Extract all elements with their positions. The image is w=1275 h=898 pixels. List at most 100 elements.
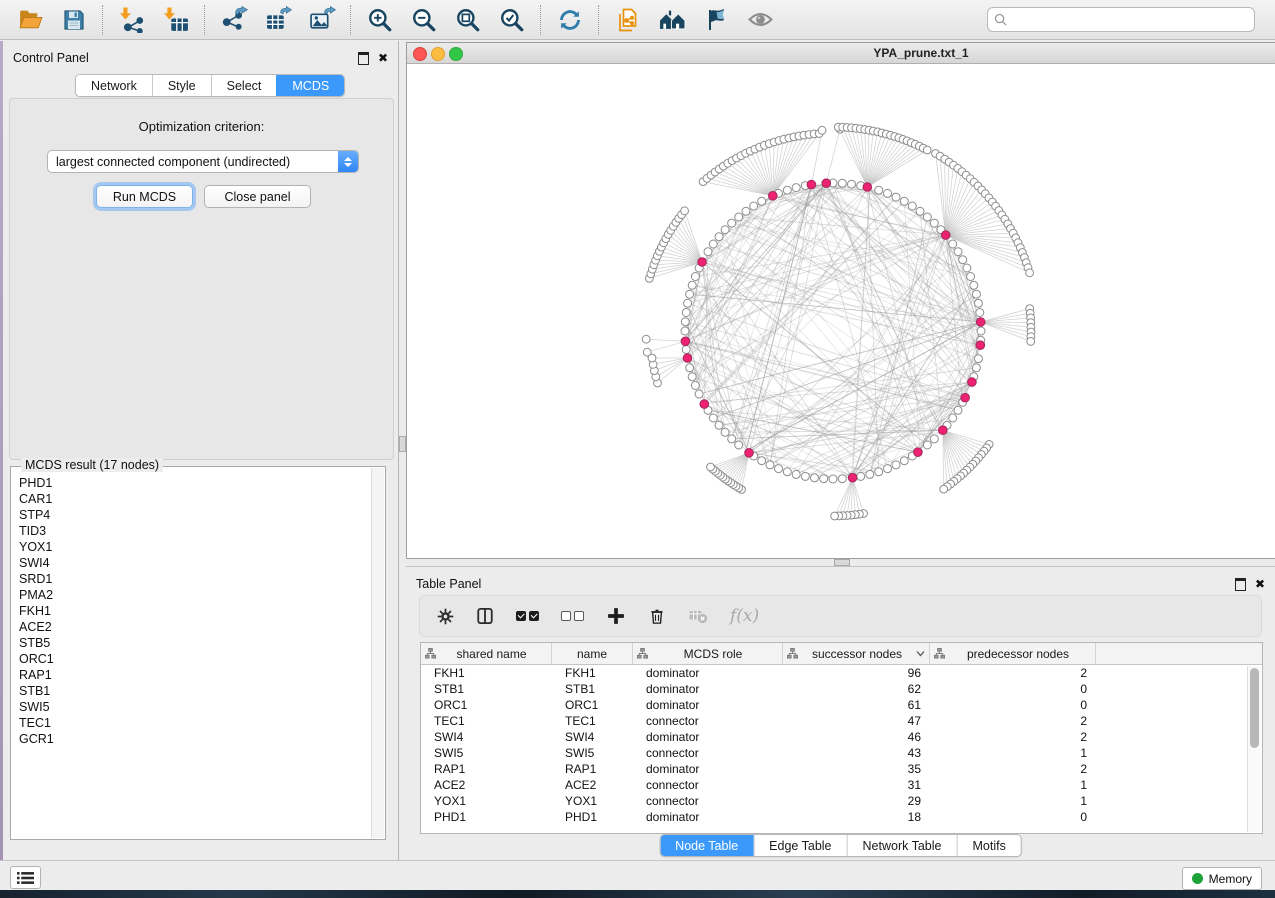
zoom-in-icon[interactable]: [366, 6, 394, 34]
show-columns-icon[interactable]: [476, 607, 494, 625]
shared-column-icon: [934, 648, 945, 659]
close-panel-icon[interactable]: ✖: [1255, 579, 1265, 589]
table-cell: ACE2: [421, 778, 552, 792]
mcds-result-item[interactable]: PHD1: [12, 475, 372, 491]
memory-button[interactable]: Memory: [1182, 867, 1262, 890]
zoom-selected-icon[interactable]: [498, 6, 526, 34]
network-home-icon[interactable]: [658, 6, 686, 34]
table-cell: 46: [783, 730, 930, 744]
vertical-splitter[interactable]: [399, 41, 406, 860]
refresh-icon[interactable]: [556, 6, 584, 34]
column-header-MCDS-role[interactable]: MCDS role: [633, 643, 783, 664]
show-eye-icon[interactable]: [746, 6, 774, 34]
mcds-result-item[interactable]: YOX1: [12, 539, 372, 555]
criterion-dropdown[interactable]: largest connected component (undirected): [47, 150, 359, 173]
hide-flag-icon[interactable]: [702, 6, 730, 34]
mcds-result-item[interactable]: ORC1: [12, 651, 372, 667]
import-network-icon[interactable]: [118, 6, 146, 34]
table-scrollbar[interactable]: [1247, 666, 1261, 832]
mcds-result-item[interactable]: GCR1: [12, 731, 372, 747]
splitter-grip[interactable]: [834, 559, 850, 566]
table-cell: ORC1: [552, 698, 633, 712]
mcds-result-item[interactable]: STP4: [12, 507, 372, 523]
search-field[interactable]: [987, 7, 1255, 32]
table-row[interactable]: RAP1RAP1dominator352: [421, 761, 1262, 777]
network-canvas[interactable]: [407, 63, 1274, 558]
main-toolbar: [0, 0, 1275, 40]
window-zoom-icon[interactable]: [449, 47, 463, 61]
mcds-result-item[interactable]: FKH1: [12, 603, 372, 619]
network-window-titlebar[interactable]: YPA_prune.txt_1: [407, 43, 1275, 64]
add-column-icon[interactable]: [606, 606, 626, 626]
tab-network-table[interactable]: Network Table: [847, 835, 957, 856]
table-row[interactable]: ORC1ORC1dominator610: [421, 697, 1262, 713]
mcds-result-item[interactable]: TEC1: [12, 715, 372, 731]
tab-edge-table[interactable]: Edge Table: [753, 835, 846, 856]
mcds-result-item[interactable]: CAR1: [12, 491, 372, 507]
float-panel-icon[interactable]: [1235, 578, 1246, 591]
tab-motifs[interactable]: Motifs: [956, 835, 1020, 856]
mcds-list-scrollbar[interactable]: [371, 468, 384, 838]
window-close-icon[interactable]: [413, 47, 427, 61]
toolbar-separator: [598, 5, 600, 35]
table-row[interactable]: SWI5SWI5connector431: [421, 745, 1262, 761]
column-header-shared-name[interactable]: shared name: [421, 643, 552, 664]
table-row[interactable]: TEC1TEC1connector472: [421, 713, 1262, 729]
export-image-icon[interactable]: [308, 6, 336, 34]
deselect-all-icon[interactable]: [561, 611, 584, 621]
float-panel-icon[interactable]: [358, 52, 369, 65]
table-row[interactable]: ACE2ACE2connector311: [421, 777, 1262, 793]
tab-mcds[interactable]: MCDS: [276, 75, 344, 96]
mcds-result-item[interactable]: SWI4: [12, 555, 372, 571]
open-folder-icon[interactable]: [16, 6, 44, 34]
tab-node-table[interactable]: Node Table: [660, 835, 753, 856]
export-network-icon[interactable]: [220, 6, 248, 34]
window-minimize-icon[interactable]: [431, 47, 445, 61]
mcds-result-item[interactable]: TID3: [12, 523, 372, 539]
select-all-icon[interactable]: [516, 611, 539, 621]
table-row[interactable]: SWI4SWI4dominator462: [421, 729, 1262, 745]
import-table-icon[interactable]: [162, 6, 190, 34]
mcds-result-item[interactable]: PMA2: [12, 587, 372, 603]
table-row[interactable]: STB1STB1dominator620: [421, 681, 1262, 697]
splitter-grip[interactable]: [399, 436, 406, 452]
shared-column-icon: [425, 648, 436, 659]
task-history-button[interactable]: [10, 866, 41, 889]
table-cell: SWI4: [552, 730, 633, 744]
delete-column-icon[interactable]: [648, 607, 666, 625]
mcds-tab-content: Optimization criterion: largest connecte…: [9, 98, 394, 460]
tab-style[interactable]: Style: [152, 75, 211, 96]
settings-gear-icon[interactable]: [437, 608, 454, 625]
tab-network[interactable]: Network: [76, 75, 152, 96]
table-row[interactable]: YOX1YOX1connector291: [421, 793, 1262, 809]
run-mcds-button[interactable]: Run MCDS: [96, 185, 193, 208]
close-panel-button[interactable]: Close panel: [204, 185, 311, 208]
table-row[interactable]: FKH1FKH1dominator962: [421, 665, 1262, 681]
export-table-icon[interactable]: [264, 6, 292, 34]
column-header-successor-nodes[interactable]: successor nodes: [783, 643, 930, 664]
search-input[interactable]: [1011, 12, 1248, 28]
clone-network-icon[interactable]: [614, 6, 642, 34]
table-cell: SWI4: [421, 730, 552, 744]
scrollbar-thumb[interactable]: [1250, 668, 1259, 748]
mcds-result-item[interactable]: SWI5: [12, 699, 372, 715]
tab-select[interactable]: Select: [211, 75, 277, 96]
table-cell: FKH1: [421, 666, 552, 680]
app-window: Control Panel ✖ NetworkStyleSelectMCDS O…: [0, 0, 1275, 898]
mcds-result-item[interactable]: STB1: [12, 683, 372, 699]
zoom-out-icon[interactable]: [410, 6, 438, 34]
column-header-predecessor-nodes[interactable]: predecessor nodes: [930, 643, 1096, 664]
mcds-result-item[interactable]: SRD1: [12, 571, 372, 587]
close-panel-icon[interactable]: ✖: [378, 53, 388, 63]
status-bar: Memory: [0, 860, 1275, 890]
column-header-name[interactable]: name: [552, 643, 633, 664]
mcds-result-item[interactable]: RAP1: [12, 667, 372, 683]
save-session-icon[interactable]: [60, 6, 88, 34]
horizontal-splitter[interactable]: [406, 559, 1275, 566]
table-row[interactable]: PHD1PHD1dominator180: [421, 809, 1262, 825]
table-cell: dominator: [633, 730, 783, 744]
zoom-fit-icon[interactable]: [454, 6, 482, 34]
mcds-result-item[interactable]: ACE2: [12, 619, 372, 635]
shared-column-icon: [637, 648, 648, 659]
mcds-result-item[interactable]: STB5: [12, 635, 372, 651]
